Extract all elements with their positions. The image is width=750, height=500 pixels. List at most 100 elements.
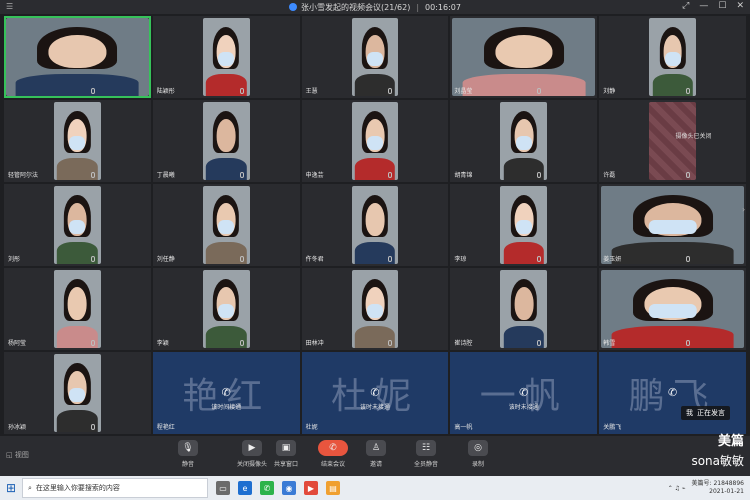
participant-tile[interactable]: 孙冰颖 [4,352,151,434]
mic-icon [537,172,542,178]
mic-icon [239,340,244,346]
phone-icon: ✆ [370,386,380,399]
participant-video [649,18,697,96]
participant-tile[interactable]: 轻管阿尔法 [4,100,151,182]
face-mask [515,220,532,235]
participant-name: 王慧 [305,88,318,95]
participant-tile[interactable]: 摄像头已关闭许磊 [599,100,746,182]
participant-tile[interactable]: 丁晨曦 [152,100,300,182]
phone-icon: ✆ [221,386,231,399]
tray-icons[interactable]: ⌃ ♫ ⌁ [668,485,686,492]
participant-name: 崔诗腔 [454,340,473,347]
mic-icon [239,88,244,94]
taskbar-search[interactable]: ⌕ 在这里输入你要搜索的内容 [22,478,208,498]
folder-icon[interactable]: ▤ [326,481,340,495]
participant-video [6,18,149,96]
media-app-icon[interactable]: ▶ [304,481,318,495]
maximize-button[interactable]: ☐ [718,1,726,11]
participant-body [462,74,586,96]
mic-icon [90,88,95,94]
taskbar-id-text: 美篇号: 21848896 [691,480,744,487]
participant-tile[interactable]: 刘静 [599,16,746,98]
mic-icon [90,340,95,346]
browser-icon[interactable]: e [238,481,252,495]
record-icon: ◎ [468,440,488,456]
mute-all-button[interactable]: ☷ 全员静音 [406,440,446,468]
participant-tile[interactable]: 刘彤 [4,184,151,266]
mute-button[interactable]: 🎙 静音 [168,440,208,468]
participant-name: 李颖 [156,340,169,347]
view-toggle[interactable]: ◱ 视图 [6,450,29,460]
face-mask [218,304,235,319]
participant-name: 许磊 [603,172,616,179]
participant-name: 刘静 [603,88,616,95]
phone-participant-tile[interactable]: 杜妮 ✆ 该时未接通 杜妮 [301,352,449,434]
participant-tile[interactable]: 刘任静 [152,184,300,266]
meeting-app-icon[interactable]: ◉ [282,481,296,495]
participant-tile[interactable]: 胡青锦 [450,100,598,182]
menu-icon[interactable]: ☰ [6,2,13,11]
share-window-button[interactable]: ▣ 共享窗口 [266,440,306,468]
face-mask [218,220,235,235]
participant-tile[interactable]: 崔诗腔 [450,268,598,350]
app-icon [289,3,298,11]
participant-tile[interactable]: 刘晶莹 [450,16,598,98]
phone-participant-tile[interactable]: 鹏飞 ✆ 关鹏飞我正在发言 [599,352,746,434]
watermark-logo: 美篇 [717,434,744,449]
phone-participant-tile[interactable]: 艳红 ✆ 该时间接通 程艳红 [152,352,300,434]
share-icon[interactable]: ⤢ [682,1,689,11]
participant-tile[interactable]: 申逸芸 [301,100,449,182]
participant-name: 仵冬君 [305,256,324,263]
mic-icon [686,172,690,178]
participant-face [216,119,236,152]
phone-status: 该时未接通 [508,404,539,411]
close-button[interactable]: ✕ [736,1,744,11]
participant-tile[interactable]: 仵冬君 [301,184,449,266]
participant-face [48,35,106,68]
record-button[interactable]: ◎ 录制 [458,440,498,468]
camera-off-label: 摄像头已关闭 [675,133,712,141]
face-mask [69,136,86,151]
windows-start-icon[interactable]: ⊞ [0,476,22,500]
meeting-toolbar: ◱ 视图 🎙 静音 ▶ 关闭摄像头 ▣ 共享窗口 ✆ 结束会议 ♙ 邀请 ☷ 全员静音 ◎ 录制 [0,436,750,476]
face-mask [367,304,383,319]
participant-name: 韩雪 [603,340,616,347]
participant-video [202,18,250,96]
face-mask [664,52,681,67]
participant-video [53,102,101,180]
next-page-arrow[interactable]: › [742,205,748,231]
participant-tile[interactable]: 田林冲 [301,268,449,350]
participant-name: 姜玉妍 [603,256,622,263]
participant-tile[interactable]: 杨阿莹 [4,268,151,350]
mic-icon [686,340,690,346]
invite-button[interactable]: ♙ 邀请 [356,440,396,468]
participant-body [611,326,734,348]
face-mask [367,52,383,67]
meeting-timer: 00:16:07 [425,2,461,12]
participant-tile[interactable]: 姜玉妍 [599,184,746,266]
speaking-text: 正在发言 [697,409,725,417]
participant-tile[interactable]: 陆颖彤 [152,16,300,98]
participant-tile[interactable]: 李琼 [450,184,598,266]
end-meeting-button[interactable]: ✆ 结束会议 [313,440,353,468]
participant-face [365,203,385,236]
chat-app-icon[interactable]: ✆ [260,481,274,495]
participant-tile[interactable]: 王慧 [301,16,449,98]
face-mask [515,136,532,151]
task-view-icon[interactable]: ▭ [216,481,230,495]
participant-tile[interactable]: 李颖 [152,268,300,350]
mic-icon [239,172,244,178]
participant-tile[interactable] [4,16,151,98]
participant-name: 关鹏飞 [603,424,622,431]
participant-name: 丁晨曦 [156,172,175,179]
face-mask [648,304,697,319]
watermark-text: sona敏敏 [691,454,744,468]
camera-label: 关闭摄像头 [236,461,267,468]
phone-status: 该时未接通 [359,404,390,411]
phone-icon: ✆ [667,386,678,399]
participant-tile[interactable]: 韩雪 [599,268,746,350]
minimize-button[interactable]: — [699,1,708,11]
phone-participant-tile[interactable]: 一帆 ✆ 该时未接通 高一帆 [450,352,598,434]
speaking-banner: 我正在发言 [681,406,730,420]
participant-face [514,287,534,320]
